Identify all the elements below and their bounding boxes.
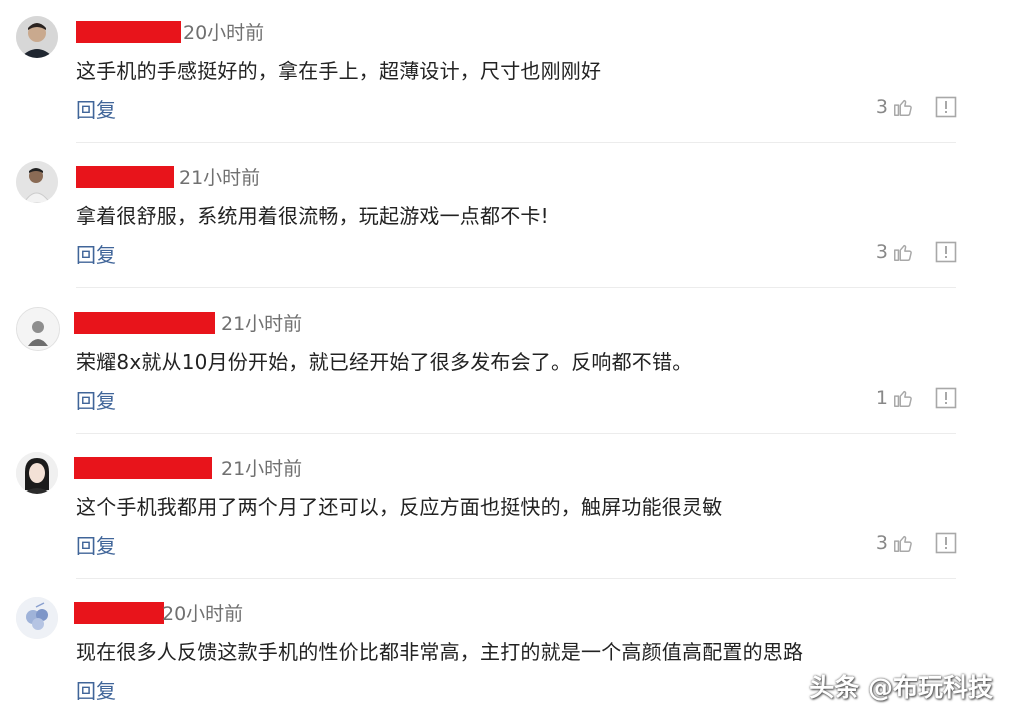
comment-item: 20小时前 现在很多人反馈这款手机的性价比都非常高，主打的就是一个高颜值高配置的… [0, 581, 1013, 726]
like-button[interactable]: 3 [870, 529, 918, 557]
reply-button[interactable]: 回复 [76, 385, 116, 414]
comment-time: 21小时前 [221, 313, 303, 335]
reply-button[interactable]: 回复 [76, 530, 116, 559]
comment-time: 21小时前 [221, 458, 303, 480]
comment-item: 21小时前 荣耀8x就从10月份开始，就已经开始了很多发布会了。反响都不错。 回… [0, 291, 1013, 436]
redacted-username [74, 312, 215, 334]
redacted-username [76, 166, 174, 188]
comment-time: 20小时前 [162, 603, 244, 625]
comment-item: 20小时前 这手机的手感挺好的，拿在手上，超薄设计，尺寸也刚刚好 回复 3 [0, 0, 1013, 145]
avatar[interactable] [16, 597, 58, 639]
thumbs-up-icon [894, 244, 912, 261]
avatar[interactable] [16, 161, 58, 203]
divider [76, 578, 956, 579]
reply-button[interactable]: 回复 [76, 94, 116, 123]
comment-text: 这个手机我都用了两个月了还可以，反应方面也挺快的，触屏功能很灵敏 [76, 495, 723, 519]
divider [76, 287, 956, 288]
comment-text: 现在很多人反馈这款手机的性价比都非常高，主打的就是一个高颜值高配置的思路 [76, 640, 804, 664]
like-count: 1 [875, 387, 888, 409]
like-count: 3 [875, 96, 888, 118]
like-button[interactable]: 3 [870, 93, 918, 121]
avatar[interactable] [16, 452, 58, 494]
report-icon[interactable] [935, 532, 957, 554]
divider [76, 142, 956, 143]
reply-button[interactable]: 回复 [76, 239, 116, 268]
comment-text: 这手机的手感挺好的，拿在手上，超薄设计，尺寸也刚刚好 [76, 59, 602, 83]
comment-time: 20小时前 [183, 22, 265, 44]
comment-item: 21小时前 拿着很舒服，系统用着很流畅，玩起游戏一点都不卡! 回复 3 [0, 145, 1013, 290]
comment-text: 荣耀8x就从10月份开始，就已经开始了很多发布会了。反响都不错。 [76, 350, 693, 374]
like-count: 3 [875, 532, 888, 554]
comment-item: 21小时前 这个手机我都用了两个月了还可以，反应方面也挺快的，触屏功能很灵敏 回… [0, 436, 1013, 581]
avatar[interactable] [16, 307, 60, 351]
report-icon[interactable] [935, 241, 957, 263]
report-icon[interactable] [935, 96, 957, 118]
thumbs-up-icon [894, 390, 912, 407]
like-button[interactable]: 1 [870, 384, 918, 412]
watermark: 头条 @布玩科技 [809, 673, 993, 702]
like-count: 3 [875, 241, 888, 263]
divider [76, 433, 956, 434]
redacted-username [74, 602, 164, 624]
redacted-username [76, 21, 181, 43]
like-button[interactable]: 3 [870, 238, 918, 266]
report-icon[interactable] [935, 387, 957, 409]
redacted-username [74, 457, 212, 479]
comment-text: 拿着很舒服，系统用着很流畅，玩起游戏一点都不卡! [76, 204, 549, 228]
thumbs-up-icon [894, 535, 912, 552]
reply-button[interactable]: 回复 [76, 675, 116, 704]
comment-time: 21小时前 [179, 167, 261, 189]
avatar[interactable] [16, 16, 58, 58]
thumbs-up-icon [894, 99, 912, 116]
